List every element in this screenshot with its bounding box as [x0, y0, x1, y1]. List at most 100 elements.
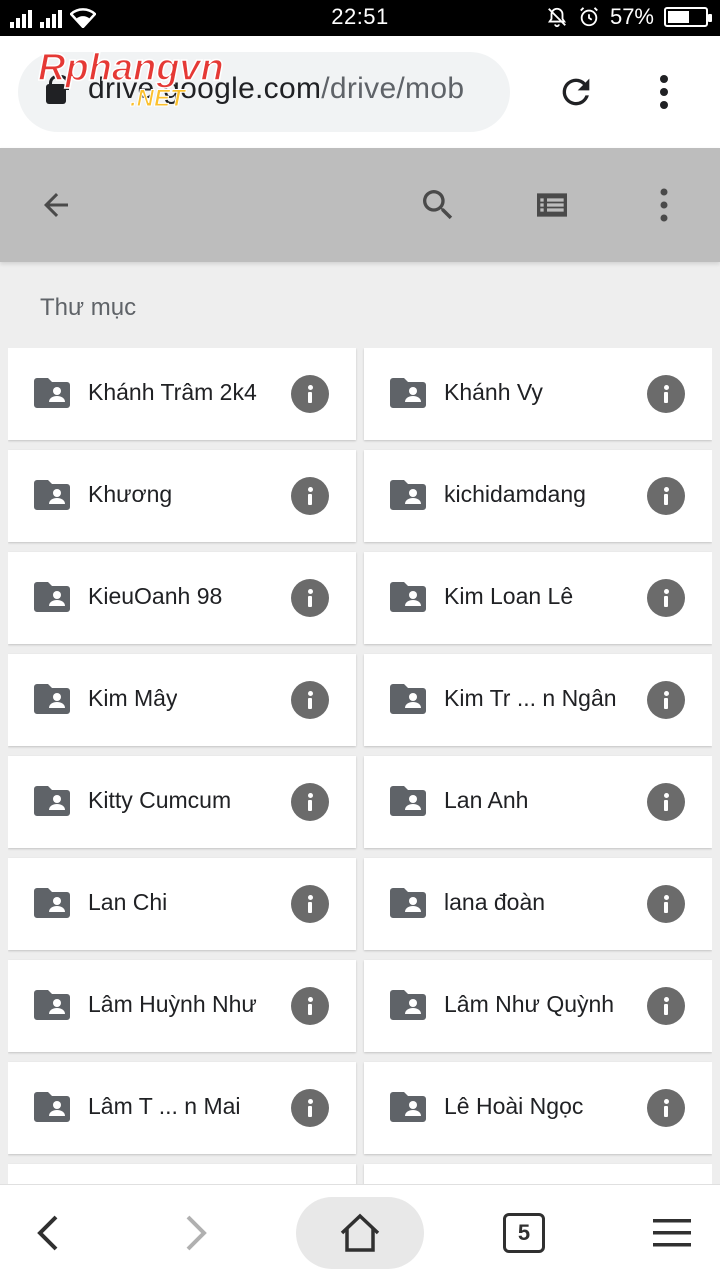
folder-card[interactable]: Lâm Như Quỳnh: [364, 960, 712, 1052]
info-icon[interactable]: [291, 987, 329, 1025]
more-vert-icon: [660, 188, 668, 222]
shared-folder-icon: [34, 888, 70, 918]
info-icon[interactable]: [647, 375, 685, 413]
battery-icon: [664, 7, 712, 27]
info-icon[interactable]: [647, 885, 685, 923]
folder-card[interactable]: Khánh Trâm 2k4: [8, 348, 356, 440]
tab-switcher-button[interactable]: 5: [494, 1197, 554, 1269]
folder-card[interactable]: Khánh Vy: [364, 348, 712, 440]
shared-folder-icon: [390, 990, 426, 1020]
home-icon: [340, 1213, 380, 1252]
folder-name: Khánh Vy: [444, 379, 543, 405]
folder-name: Lan Chi: [88, 889, 168, 915]
shared-folder-icon: [390, 582, 426, 612]
browser-menu-button[interactable]: [634, 62, 694, 122]
shared-folder-icon: [390, 786, 426, 816]
browser-bottom-nav: 5: [0, 1184, 720, 1280]
folder-name: Lâm Huỳnh Như: [88, 991, 257, 1017]
folder-card[interactable]: Lâm Huỳnh Như: [8, 960, 356, 1052]
list-view-icon: [537, 193, 567, 217]
lock-icon: [46, 75, 69, 104]
more-vert-icon: [660, 75, 668, 109]
info-icon[interactable]: [291, 477, 329, 515]
folder-card[interactable]: Kim Tr ... n Ngân: [364, 654, 712, 746]
folder-grid: Khánh Trâm 2k4 Khánh Vy Khương kichidamd…: [8, 348, 712, 1184]
folder-card[interactable]: Kim Loan Lê: [364, 552, 712, 644]
folder-name: Lan Anh: [444, 787, 529, 813]
info-icon[interactable]: [291, 783, 329, 821]
shared-folder-icon: [34, 684, 70, 714]
folder-card[interactable]: Lan Chi: [8, 858, 356, 950]
folder-name: Lâm T ... n Mai: [88, 1093, 241, 1119]
folder-card[interactable]: Khương: [8, 450, 356, 542]
reload-button[interactable]: [546, 62, 606, 122]
info-icon[interactable]: [291, 885, 329, 923]
folder-name: Khánh Trâm 2k4: [88, 379, 257, 405]
shared-folder-icon: [390, 1092, 426, 1122]
folder-name: Lê Hoài Ngọc: [444, 1093, 584, 1119]
alarm-icon: [580, 7, 598, 27]
info-icon[interactable]: [291, 1089, 329, 1127]
browser-url-bar: drive.google.com/drive/mob Rphangvn .NET: [0, 36, 720, 148]
url-text: drive.google.com/drive/mob: [88, 72, 465, 105]
folder-card[interactable]: lana đoàn: [364, 858, 712, 950]
drive-toolbar: [0, 148, 720, 262]
search-icon: [423, 190, 453, 220]
folder-name: Khương: [88, 481, 173, 507]
info-icon[interactable]: [291, 579, 329, 617]
info-icon[interactable]: [647, 477, 685, 515]
folder-card[interactable]: Kitty Cumcum: [8, 756, 356, 848]
shared-folder-icon: [34, 786, 70, 816]
shared-folder-icon: [390, 378, 426, 408]
info-icon[interactable]: [647, 1089, 685, 1127]
shared-folder-icon: [34, 378, 70, 408]
info-icon[interactable]: [647, 783, 685, 821]
chevron-right-icon: [186, 1215, 207, 1251]
folder-name: Kim Tr ... n Ngân: [444, 685, 617, 711]
shared-folder-icon: [390, 684, 426, 714]
shared-folder-icon: [390, 888, 426, 918]
section-title: Thư mục: [40, 294, 137, 321]
info-icon[interactable]: [291, 681, 329, 719]
info-icon[interactable]: [647, 987, 685, 1025]
info-icon[interactable]: [647, 579, 685, 617]
browser-menu-button[interactable]: [642, 1197, 702, 1269]
chevron-left-icon: [37, 1215, 58, 1251]
address-field[interactable]: drive.google.com/drive/mob: [18, 52, 510, 132]
back-button[interactable]: [26, 175, 86, 235]
folder-card[interactable]: KieuOanh 98: [8, 552, 356, 644]
folder-card[interactable]: [8, 1164, 356, 1184]
folder-card[interactable]: Kim Mây: [8, 654, 356, 746]
folder-name: Kitty Cumcum: [88, 787, 232, 813]
shared-folder-icon: [34, 1092, 70, 1122]
info-icon[interactable]: [647, 681, 685, 719]
hamburger-menu-icon: [653, 1219, 691, 1247]
folder-name: lana đoàn: [444, 889, 546, 915]
more-options-button[interactable]: [634, 175, 694, 235]
folder-card[interactable]: Lâm T ... n Mai: [8, 1062, 356, 1154]
browser-forward-button[interactable]: [166, 1197, 226, 1269]
folder-name: KieuOanh 98: [88, 583, 223, 609]
bell-off-icon: [547, 7, 566, 28]
info-icon[interactable]: [291, 375, 329, 413]
back-arrow-icon: [44, 193, 68, 217]
folder-name: kichidamdang: [444, 481, 586, 507]
shared-folder-icon: [34, 990, 70, 1020]
browser-back-button[interactable]: [18, 1197, 78, 1269]
battery-percent: 57%: [609, 4, 654, 29]
tab-count: 5: [503, 1213, 545, 1253]
folder-card[interactable]: kichidamdang: [364, 450, 712, 542]
folder-card[interactable]: Lan Anh: [364, 756, 712, 848]
list-view-button[interactable]: [522, 175, 582, 235]
folder-name: Kim Mây: [88, 685, 178, 711]
search-button[interactable]: [408, 175, 468, 235]
folder-card[interactable]: [364, 1164, 712, 1184]
folder-name: Lâm Như Quỳnh: [444, 991, 615, 1017]
shared-folder-icon: [390, 480, 426, 510]
home-button[interactable]: [296, 1197, 424, 1269]
folder-name: Kim Loan Lê: [444, 583, 574, 609]
folder-card[interactable]: Lê Hoài Ngọc: [364, 1062, 712, 1154]
reload-icon: [562, 78, 590, 106]
shared-folder-icon: [34, 480, 70, 510]
status-bar: 22:51 57%: [0, 0, 720, 36]
